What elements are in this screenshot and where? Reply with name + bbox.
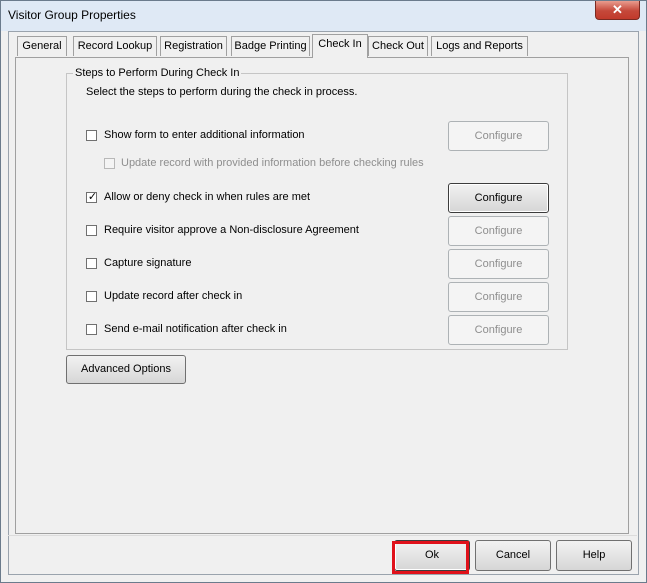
checkbox[interactable]: [86, 291, 97, 302]
tab-label: Logs and Reports: [436, 40, 523, 52]
group-description: Select the steps to perform during the c…: [86, 86, 358, 98]
step-label: Update record with provided information …: [121, 157, 424, 169]
configure-button-update-record[interactable]: Configure: [448, 282, 549, 312]
tab-label: Badge Printing: [234, 40, 307, 52]
step-label: Require visitor approve a Non-disclosure…: [104, 224, 359, 236]
checkbox[interactable]: [86, 130, 97, 141]
ok-highlight-box: [392, 541, 469, 574]
configure-button-allow-deny[interactable]: Configure: [448, 183, 549, 213]
tab-label: Registration: [164, 40, 223, 52]
checkbox[interactable]: [104, 158, 115, 169]
tab-label: Check In: [318, 38, 362, 50]
configure-button-capture-signature[interactable]: Configure: [448, 249, 549, 279]
tab-registration[interactable]: Registration: [160, 36, 227, 56]
help-button[interactable]: Help: [556, 540, 632, 571]
step-label: Show form to enter additional informatio…: [104, 129, 305, 141]
tab-check-in[interactable]: Check In: [312, 34, 368, 58]
step-label: Capture signature: [104, 257, 192, 269]
group-title: Steps to Perform During Check In: [73, 67, 242, 79]
tab-badge-printing[interactable]: Badge Printing: [231, 36, 310, 56]
tab-check-out[interactable]: Check Out: [368, 36, 428, 56]
footer-divider: [8, 535, 637, 536]
tab-record-lookup[interactable]: Record Lookup: [73, 36, 157, 56]
tab-logs-and-reports[interactable]: Logs and Reports: [431, 36, 528, 56]
close-button[interactable]: ✕: [595, 1, 640, 20]
configure-button-send-email[interactable]: Configure: [448, 315, 549, 345]
checkmark-icon: ✓: [87, 191, 98, 203]
tab-label: Check Out: [372, 40, 424, 52]
step-label: Update record after check in: [104, 290, 243, 302]
close-icon: ✕: [612, 2, 623, 17]
checkbox[interactable]: ✓: [86, 191, 98, 203]
configure-button-show-form[interactable]: Configure: [448, 121, 549, 151]
tab-label: General: [22, 40, 62, 52]
advanced-options-button[interactable]: Advanced Options: [66, 355, 186, 384]
tab-general[interactable]: General: [17, 36, 67, 56]
step-label: Allow or deny check in when rules are me…: [104, 191, 311, 203]
step-label: Send e-mail notification after check in: [104, 323, 287, 335]
configure-button-nda[interactable]: Configure: [448, 216, 549, 246]
cancel-button[interactable]: Cancel: [475, 540, 551, 571]
title-bar: Visitor Group Properties ✕: [1, 1, 646, 31]
tab-label: Record Lookup: [77, 40, 153, 52]
checkbox[interactable]: [86, 225, 97, 236]
checkbox[interactable]: [86, 258, 97, 269]
window-title: Visitor Group Properties: [8, 8, 136, 22]
checkbox[interactable]: [86, 324, 97, 335]
